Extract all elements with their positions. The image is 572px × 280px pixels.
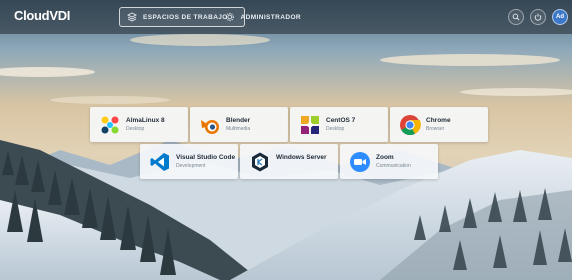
workspaces-tab-label: ESPACIOS DE TRABAJO bbox=[143, 13, 228, 21]
zoom-icon bbox=[350, 152, 370, 172]
windows-server-icon bbox=[252, 152, 268, 172]
app-category: Communication bbox=[376, 163, 411, 169]
power-button[interactable] bbox=[530, 9, 546, 25]
app-card-zoom[interactable]: Zoom Communication bbox=[340, 144, 438, 179]
app-card-blender[interactable]: Blender Multimedia bbox=[190, 107, 288, 142]
app-name: AlmaLinux 8 bbox=[126, 117, 165, 124]
top-navigation-bar: CloudVDI ESPACIOS DE TRABAJO ADMINISTRAD… bbox=[0, 0, 572, 34]
chrome-icon bbox=[400, 115, 421, 136]
app-category: Browser bbox=[426, 126, 445, 132]
gear-icon bbox=[225, 12, 234, 22]
app-name: Visual Studio Code bbox=[176, 154, 236, 161]
app-card-vscode[interactable]: Visual Studio Code Development bbox=[140, 144, 238, 179]
blender-icon bbox=[201, 120, 219, 134]
app-category: Desktop bbox=[126, 126, 145, 132]
app-name: CentOS 7 bbox=[326, 117, 356, 124]
cloudvdi-logo[interactable]: CloudVDI bbox=[14, 8, 70, 23]
centos-icon bbox=[301, 116, 319, 134]
app-category: Desktop bbox=[326, 126, 345, 132]
app-category: Development bbox=[176, 163, 206, 169]
app-name: Zoom bbox=[376, 154, 394, 161]
app-card-centos[interactable]: CentOS 7 Desktop bbox=[290, 107, 388, 142]
app-name: Windows Server bbox=[276, 154, 327, 161]
app-card-chrome[interactable]: Chrome Browser bbox=[390, 107, 488, 142]
admin-tab-label: ADMINISTRADOR bbox=[240, 13, 301, 21]
almalinux-icon bbox=[101, 116, 119, 134]
vscode-icon bbox=[150, 153, 169, 171]
app-category: Multimedia bbox=[226, 126, 251, 132]
admin-tab[interactable]: ADMINISTRADOR bbox=[218, 7, 308, 27]
layers-icon bbox=[127, 12, 137, 22]
app-name: Blender bbox=[226, 117, 251, 124]
user-avatar[interactable]: Ad bbox=[552, 9, 568, 25]
power-icon bbox=[534, 13, 542, 21]
app-card-almalinux[interactable]: AlmaLinux 8 Desktop bbox=[90, 107, 188, 142]
app-name: Chrome bbox=[426, 117, 451, 124]
search-icon bbox=[512, 13, 520, 21]
app-card-windows-server[interactable]: Windows Server bbox=[240, 144, 338, 179]
search-button[interactable] bbox=[508, 9, 524, 25]
